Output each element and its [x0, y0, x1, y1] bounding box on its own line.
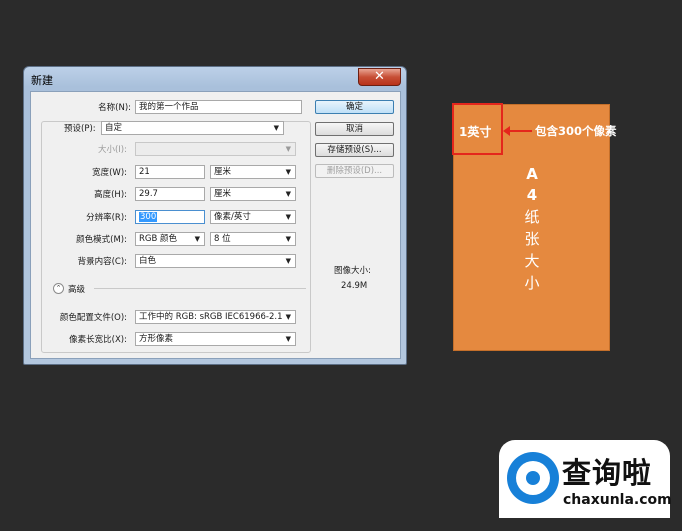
- cancel-button[interactable]: 取消: [315, 122, 394, 136]
- close-icon: ✕: [374, 69, 385, 84]
- color-mode-label: 颜色模式(M):: [76, 235, 127, 245]
- delete-preset-button: 删除预设(D)...: [315, 164, 394, 178]
- paper-char: 大: [524, 252, 540, 270]
- dialog-titlebar[interactable]: 新建 ✕: [24, 67, 406, 91]
- new-document-dialog: 新建 ✕ 名称(N): 我的第一个作品 预设(P): 自定 大小(I): 宽度(…: [23, 66, 407, 365]
- dialog-body: 名称(N): 我的第一个作品 预设(P): 自定 大小(I): 宽度(W): 2…: [30, 91, 401, 359]
- height-input[interactable]: 29.7: [135, 187, 205, 201]
- name-label: 名称(N):: [98, 103, 131, 113]
- size-select: [135, 142, 296, 156]
- advanced-divider: [94, 288, 306, 289]
- advanced-label[interactable]: 高级: [68, 283, 85, 295]
- arrow-line: [508, 130, 532, 132]
- height-unit-select[interactable]: 厘米: [210, 187, 296, 201]
- name-input[interactable]: 我的第一个作品: [135, 100, 302, 114]
- dialog-title: 新建: [31, 74, 53, 87]
- width-unit-select[interactable]: 厘米: [210, 165, 296, 179]
- resolution-value: 300: [139, 212, 158, 222]
- paper-char: 小: [524, 274, 540, 292]
- bit-depth-select[interactable]: 8 位: [210, 232, 296, 246]
- paper-char: 张: [524, 230, 540, 248]
- resolution-unit-select[interactable]: 像素/英寸: [210, 210, 296, 224]
- close-button[interactable]: ✕: [358, 68, 401, 86]
- background-select[interactable]: 白色: [135, 254, 296, 268]
- paper-char: 纸: [524, 208, 540, 226]
- preset-select[interactable]: 自定: [101, 121, 284, 135]
- search-logo-icon: [507, 452, 559, 504]
- image-size-value: 24.9M: [341, 281, 368, 291]
- height-label: 高度(H):: [94, 190, 127, 200]
- watermark-logo: 查询啦 chaxunla.com: [499, 440, 672, 518]
- color-profile-select[interactable]: 工作中的 RGB: sRGB IEC61966-2.1: [135, 310, 296, 324]
- background-label: 背景内容(C):: [77, 257, 127, 267]
- watermark-name: 查询啦: [562, 456, 653, 490]
- preset-label: 预设(P):: [64, 124, 96, 134]
- pixel-aspect-select[interactable]: 方形像素: [135, 332, 296, 346]
- pixel-count-label: 包含300个像素: [535, 124, 617, 138]
- color-mode-select[interactable]: RGB 颜色: [135, 232, 205, 246]
- color-profile-label: 颜色配置文件(O):: [59, 313, 127, 323]
- resolution-label: 分辨率(R):: [86, 213, 127, 223]
- paper-char: 4: [526, 186, 538, 204]
- watermark-url: chaxunla.com: [563, 492, 672, 508]
- inch-label: 1英寸: [459, 125, 492, 139]
- collapse-advanced-icon[interactable]: ⌃: [53, 283, 64, 294]
- resolution-input[interactable]: 300: [135, 210, 205, 224]
- pixel-aspect-label: 像素长宽比(X):: [69, 335, 127, 345]
- size-label: 大小(I):: [97, 145, 127, 155]
- ok-button[interactable]: 确定: [315, 100, 394, 114]
- paper-char: A: [526, 165, 538, 183]
- image-size-label: 图像大小:: [334, 266, 371, 276]
- save-preset-button[interactable]: 存储预设(S)...: [315, 143, 394, 157]
- width-label: 宽度(W):: [92, 168, 127, 178]
- width-input[interactable]: 21: [135, 165, 205, 179]
